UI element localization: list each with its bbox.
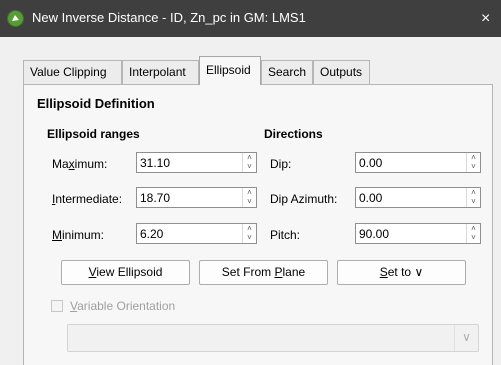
tab-interpolant[interactable]: Interpolant bbox=[122, 60, 199, 84]
tab-value-clipping[interactable]: Value Clipping bbox=[23, 60, 122, 84]
maximum-spinbox[interactable]: 31.10 ˄ ˅ bbox=[136, 152, 257, 173]
spin-arrows-icon[interactable]: ˄ ˅ bbox=[242, 188, 256, 207]
dip-azimuth-label: Dip Azimuth: bbox=[270, 192, 338, 206]
spin-arrows-icon[interactable]: ˄ ˅ bbox=[242, 153, 256, 172]
close-icon[interactable]: × bbox=[481, 0, 501, 37]
tab-ellipsoid[interactable]: Ellipsoid bbox=[199, 56, 261, 85]
section-title: Ellipsoid Definition bbox=[37, 96, 155, 111]
set-from-plane-button[interactable]: Set From Plane bbox=[199, 260, 328, 285]
maximum-value: 31.10 bbox=[140, 156, 171, 170]
variable-orientation-checkbox[interactable] bbox=[51, 300, 63, 312]
set-to-button[interactable]: Set to ∨ bbox=[337, 260, 466, 285]
dip-value: 0.00 bbox=[359, 156, 383, 170]
minimum-spinbox[interactable]: 6.20 ˄ ˅ bbox=[136, 223, 257, 244]
dip-label: Dip: bbox=[270, 157, 292, 171]
dip-azimuth-value: 0.00 bbox=[359, 191, 383, 205]
chevron-down-icon[interactable]: ∨ bbox=[454, 325, 478, 351]
leapfrog-app-icon bbox=[7, 10, 24, 27]
intermediate-label: Intermediate: bbox=[52, 192, 123, 206]
dip-spinbox[interactable]: 0.00 ˄ ˅ bbox=[355, 152, 481, 173]
tab-search[interactable]: Search bbox=[261, 60, 313, 84]
pitch-value: 90.00 bbox=[359, 227, 390, 241]
pitch-label: Pitch: bbox=[270, 228, 301, 242]
window-title: New Inverse Distance - ID, Zn_pc in GM: … bbox=[32, 10, 306, 25]
view-ellipsoid-button[interactable]: View Ellipsoid bbox=[61, 260, 190, 285]
spin-arrows-icon[interactable]: ˄ ˅ bbox=[466, 153, 480, 172]
pitch-spinbox[interactable]: 90.00 ˄ ˅ bbox=[355, 223, 481, 244]
spin-arrows-icon[interactable]: ˄ ˅ bbox=[466, 224, 480, 243]
minimum-label: Minimum: bbox=[52, 228, 105, 242]
spin-arrows-icon[interactable]: ˄ ˅ bbox=[466, 188, 480, 207]
intermediate-spinbox[interactable]: 18.70 ˄ ˅ bbox=[136, 187, 257, 208]
spin-arrows-icon[interactable]: ˄ ˅ bbox=[242, 224, 256, 243]
minimum-value: 6.20 bbox=[140, 227, 164, 241]
tab-outputs[interactable]: Outputs bbox=[313, 60, 370, 84]
dip-azimuth-spinbox[interactable]: 0.00 ˄ ˅ bbox=[355, 187, 481, 208]
chevron-down-icon: ∨ bbox=[414, 265, 424, 279]
title-bar: New Inverse Distance - ID, Zn_pc in GM: … bbox=[0, 0, 501, 37]
maximum-label: Maximum: bbox=[52, 157, 108, 171]
orientation-combo[interactable]: ∨ bbox=[67, 324, 479, 352]
intermediate-value: 18.70 bbox=[140, 191, 171, 205]
directions-heading: Directions bbox=[264, 127, 323, 141]
ranges-heading: Ellipsoid ranges bbox=[47, 127, 140, 141]
variable-orientation-label: Variable Orientation bbox=[70, 299, 176, 313]
